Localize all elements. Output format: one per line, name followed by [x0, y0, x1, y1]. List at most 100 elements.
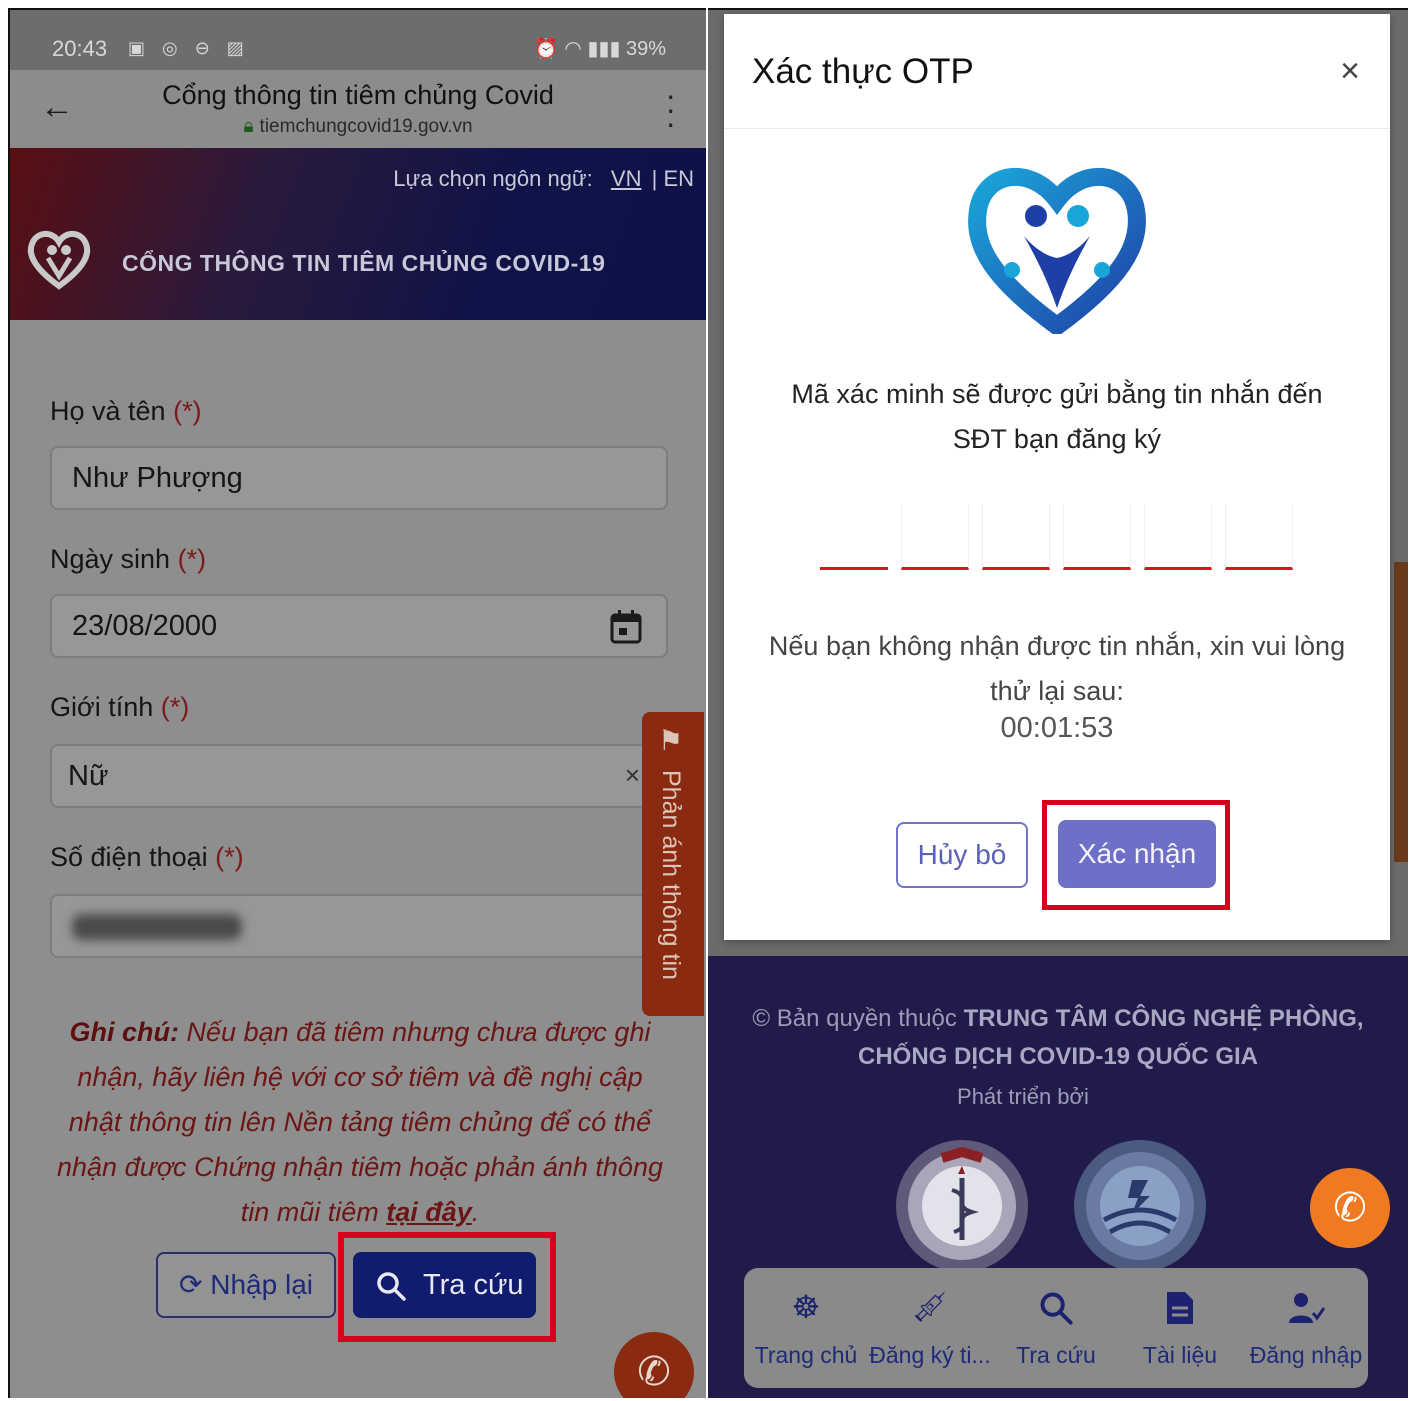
lang-en-link[interactable]: EN: [663, 166, 694, 191]
gender-label: Giới tính (*): [50, 692, 189, 723]
background-edge: [1394, 562, 1408, 862]
browser-toolbar: ← Cổng thông tin tiêm chủng Covid 🔒︎ tiem…: [10, 70, 706, 148]
browser-page-title: Cổng thông tin tiêm chủng Covid: [162, 80, 554, 110]
name-label: Họ và tên (*): [50, 396, 202, 427]
developed-by-text: Phát triển bởi: [957, 1084, 1095, 1109]
gender-select[interactable]: Nữ ×: [50, 744, 668, 808]
retry-line1: Nếu bạn không nhận được tin nhắn, xin vu…: [768, 631, 1346, 661]
copyright-prefix: © Bản quyền thuộc: [752, 1005, 964, 1032]
otp-input-group: [820, 504, 1296, 574]
otp-digit-2[interactable]: [901, 504, 969, 570]
name-input-value: Như Phượng: [72, 462, 243, 494]
otp-digit-4[interactable]: [1063, 504, 1131, 570]
note-body: Nếu bạn đã tiêm nhưng chưa được ghi nhận…: [57, 1017, 663, 1227]
dob-input[interactable]: 23/08/2000: [50, 594, 668, 658]
otp-digit-3[interactable]: [982, 504, 1050, 570]
modal-desc-line2: SĐT bạn đăng ký: [952, 424, 1162, 454]
phone-label: Số điện thoại (*): [50, 842, 244, 873]
note-text: Ghi chú: Nếu bạn đã tiêm nhưng chưa được…: [48, 1010, 672, 1235]
note-end: .: [471, 1197, 480, 1227]
nav-item-home[interactable]: ☸ Trang chủ: [744, 1268, 868, 1388]
search-button[interactable]: Tra cứu: [353, 1252, 536, 1318]
lookup-form: Họ và tên (*) Như Phượng Ngày sinh (*) 2…: [10, 320, 706, 1398]
required-mark: (*): [215, 842, 244, 872]
refresh-icon: ⟳: [179, 1269, 203, 1300]
copyright-text: © Bản quyền thuộc TRUNG TÂM CÔNG NGHỆ PH…: [728, 1000, 1388, 1076]
phone-icon: ✆: [637, 1350, 671, 1394]
close-icon[interactable]: ×: [1340, 52, 1360, 91]
notification-icons: ▣ ◎ ⊖ ▨: [128, 38, 250, 58]
calendar-icon[interactable]: [610, 610, 642, 644]
required-mark: (*): [160, 692, 190, 722]
nav-item-login[interactable]: Đăng nhập: [1244, 1268, 1368, 1388]
nav-label-home: Trang chủ: [754, 1342, 858, 1368]
language-selector: Lựa chọn ngôn ngữ: VN | EN: [393, 166, 694, 192]
developer-logo-blurred: [1095, 1084, 1159, 1104]
nav-label-lookup: Tra cứu: [1016, 1342, 1096, 1368]
nav-label-login: Đăng nhập: [1249, 1342, 1363, 1368]
user-check-icon: [1289, 1293, 1325, 1323]
modal-description: Mã xác minh sẽ được gửi bằng tin nhắn đế…: [764, 372, 1350, 462]
nav-item-register[interactable]: 💉︎ Đăng ký ti...: [868, 1268, 992, 1388]
lang-vn-link[interactable]: VN: [611, 166, 642, 191]
dob-label: Ngày sinh (*): [50, 544, 206, 575]
right-screenshot: Xác thực OTP × Mã xác minh sẽ được gửi b…: [708, 8, 1408, 1398]
name-input[interactable]: Như Phượng: [50, 446, 668, 510]
signal-icons: ⏰ ◠ ▮▮▮: [533, 38, 621, 60]
clear-icon[interactable]: ×: [625, 760, 640, 791]
nav-label-documents: Tài liệu: [1142, 1342, 1218, 1368]
status-right: ⏰ ◠ ▮▮▮ 39%: [534, 36, 666, 61]
nav-item-lookup[interactable]: Tra cứu: [994, 1268, 1118, 1388]
modal-divider: [724, 128, 1390, 129]
browser-url[interactable]: 🔒︎ tiemchungcovid19.gov.vn: [10, 116, 706, 138]
lock-icon: 🔒︎: [243, 116, 254, 137]
url-text: tiemchungcovid19.gov.vn: [259, 116, 473, 137]
retry-line2: thử lại sau:: [990, 676, 1124, 706]
phone-input[interactable]: [50, 894, 668, 958]
ministry-ict-seal-icon: [1074, 1140, 1206, 1272]
bell-icon: ⚑: [658, 725, 684, 756]
feedback-tab[interactable]: ⚑ Phản ánh thông tin: [642, 712, 704, 1016]
document-icon: [1167, 1292, 1193, 1324]
gender-label-text: Giới tính: [50, 692, 154, 722]
left-screenshot: 20:43 ▣ ◎ ⊖ ▨ ⏰ ◠ ▮▮▮ 39% ← Cổng thông t…: [8, 8, 706, 1398]
more-vertical-icon[interactable]: · · ·: [665, 79, 676, 139]
nav-item-documents[interactable]: Tài liệu: [1118, 1268, 1242, 1388]
cancel-button[interactable]: Hủy bỏ: [896, 822, 1028, 888]
battery-level: 39%: [625, 38, 666, 60]
nav-label-register: Đăng ký ti...: [869, 1342, 991, 1368]
name-label-text: Họ và tên: [50, 396, 166, 426]
otp-digit-1[interactable]: [820, 504, 888, 570]
reset-button[interactable]: ⟳ Nhập lại: [156, 1252, 336, 1318]
note-title: Ghi chú:: [69, 1017, 180, 1047]
feedback-tab-label: Phản ánh thông tin: [657, 770, 685, 980]
phone-label-text: Số điện thoại: [50, 842, 208, 872]
phone-call-button[interactable]: ✆: [614, 1332, 694, 1398]
developed-by: Phát triển bởi: [708, 1084, 1408, 1110]
lang-separator: |: [651, 166, 658, 191]
ship-wheel-icon: ☸: [791, 1289, 821, 1325]
site-title: CỔNG THÔNG TIN TIÊM CHỦNG COVID-19: [122, 250, 606, 276]
note-link[interactable]: tại đây: [386, 1197, 472, 1227]
heart-logo-icon: [27, 231, 91, 290]
copyright-org-2: CHỐNG DỊCH COVID-19 QUỐC GIA: [857, 1043, 1259, 1070]
blurred-phone-value: [72, 914, 242, 940]
gender-select-value: Nữ: [68, 760, 109, 792]
phone-call-button[interactable]: ✆: [1310, 1168, 1390, 1248]
modal-title: Xác thực OTP: [752, 52, 974, 91]
search-icon: [1040, 1292, 1073, 1325]
modal-desc-line1: Mã xác minh sẽ được gửi bằng tin nhắn đế…: [791, 379, 1323, 409]
dob-input-value: 23/08/2000: [72, 610, 218, 642]
site-header: Lựa chọn ngôn ngữ: VN | EN CỔNG THÔNG TI…: [10, 148, 706, 320]
otp-digit-5[interactable]: [1144, 504, 1212, 570]
ministry-health-seal-icon: [896, 1140, 1028, 1272]
retry-message: Nếu bạn không nhận được tin nhắn, xin vu…: [744, 624, 1370, 714]
dob-label-text: Ngày sinh: [50, 544, 171, 574]
confirm-button[interactable]: Xác nhận: [1058, 820, 1216, 888]
language-label: Lựa chọn ngôn ngữ:: [393, 166, 593, 191]
otp-digit-6[interactable]: [1225, 504, 1293, 570]
required-mark: (*): [173, 396, 202, 426]
otp-modal: Xác thực OTP × Mã xác minh sẽ được gửi b…: [724, 14, 1390, 940]
search-icon: [377, 1272, 406, 1301]
vaccine-icon: 💉︎: [909, 1289, 951, 1325]
